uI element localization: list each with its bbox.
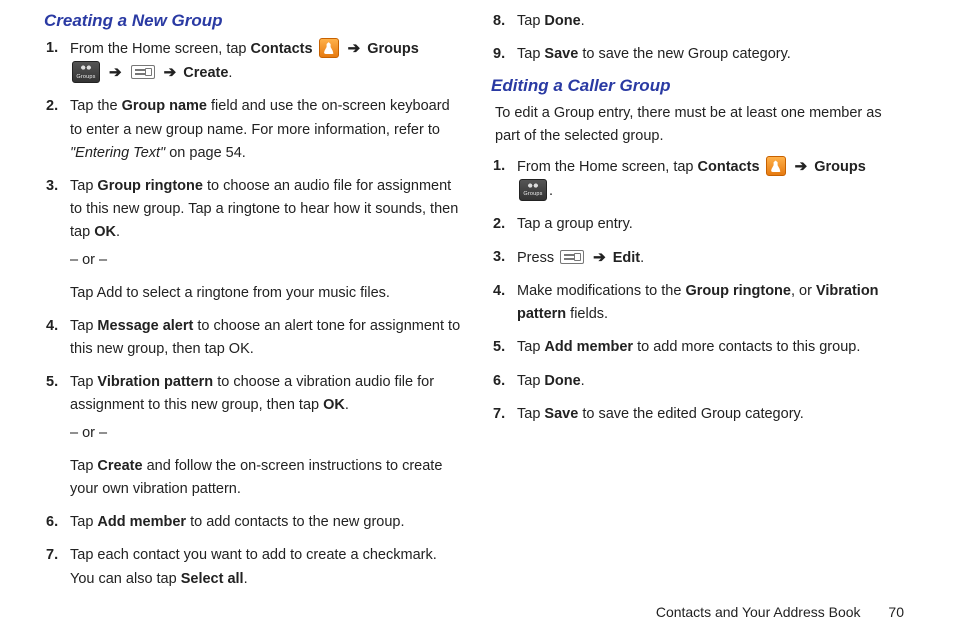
text: on page 54.	[165, 145, 246, 161]
sub-text: Tap Add to select a ringtone from your m…	[70, 282, 463, 305]
step-7: Tap each contact you want to add to crea…	[70, 544, 463, 590]
step-8: Tap Done.	[517, 10, 910, 33]
creating-steps: From the Home screen, tap Contacts ➔ Gro…	[44, 37, 463, 591]
text: Tap	[70, 178, 97, 194]
bold: Add member	[544, 339, 633, 355]
page-columns: Creating a New Group From the Home scree…	[44, 10, 910, 601]
text: Tap a group entry.	[517, 216, 633, 232]
heading-creating-new-group: Creating a New Group	[44, 11, 463, 31]
groups-icon	[72, 61, 100, 83]
arrow-icon: ➔	[795, 155, 808, 179]
step-6: Tap Add member to add contacts to the ne…	[70, 511, 463, 534]
dot: .	[549, 183, 553, 199]
bold: Create	[97, 458, 142, 474]
arrow-icon: ➔	[593, 246, 606, 270]
text: Tap each contact you want to add to crea…	[70, 547, 437, 586]
text: to add contacts to the new group.	[186, 514, 404, 530]
text: Tap	[517, 406, 544, 422]
groups-icon	[519, 179, 547, 201]
contacts-icon	[766, 156, 786, 176]
bold: OK	[323, 397, 345, 413]
bold: Edit	[613, 250, 640, 266]
contacts-label: Contacts	[698, 159, 760, 175]
or-divider: – or –	[70, 249, 463, 272]
menu-icon	[560, 250, 584, 264]
text: Make modifications to the	[517, 283, 685, 299]
step-5: Tap Add member to add more contacts to t…	[517, 336, 910, 359]
step-3: Tap Group ringtone to choose an audio fi…	[70, 175, 463, 305]
text: From the Home screen, tap	[70, 41, 251, 57]
text: Press	[517, 250, 558, 266]
text: Tap	[70, 458, 97, 474]
text: to save the edited Group category.	[578, 406, 803, 422]
text: fields.	[566, 306, 608, 322]
step-4: Tap Message alert to choose an alert ton…	[70, 315, 463, 361]
text: Tap	[517, 339, 544, 355]
or-divider: – or –	[70, 422, 463, 445]
italic: "Entering Text"	[70, 145, 165, 161]
page-number: 70	[888, 604, 904, 620]
text: Tap	[517, 46, 544, 62]
text: From the Home screen, tap	[517, 159, 698, 175]
step-1: From the Home screen, tap Contacts ➔ Gro…	[70, 37, 463, 85]
step-7: Tap Save to save the edited Group catego…	[517, 403, 910, 426]
dot: .	[228, 65, 232, 81]
left-column: Creating a New Group From the Home scree…	[44, 10, 463, 601]
page-footer: Contacts and Your Address Book 70	[656, 604, 904, 620]
step-6: Tap Done.	[517, 370, 910, 393]
bold: Done	[544, 373, 580, 389]
step-1: From the Home screen, tap Contacts ➔ Gro…	[517, 155, 910, 202]
menu-icon	[131, 65, 155, 79]
groups-label: Groups	[814, 159, 866, 175]
bold: OK	[94, 224, 116, 240]
text: .	[640, 250, 644, 266]
bold: Group ringtone	[685, 283, 791, 299]
text: to add more contacts to this group.	[633, 339, 860, 355]
bold: Save	[544, 406, 578, 422]
sub-text: Tap Create and follow the on-screen inst…	[70, 455, 463, 501]
editing-steps: From the Home screen, tap Contacts ➔ Gro…	[491, 155, 910, 426]
text: Tap the	[70, 98, 122, 114]
text: .	[116, 224, 120, 240]
step-9: Tap Save to save the new Group category.	[517, 43, 910, 66]
text: .	[581, 373, 585, 389]
creating-steps-cont: Tap Done. Tap Save to save the new Group…	[491, 10, 910, 66]
text: Tap	[517, 13, 544, 29]
contacts-icon	[319, 38, 339, 58]
step-2: Tap the Group name field and use the on-…	[70, 95, 463, 165]
text: .	[581, 13, 585, 29]
right-column: Tap Done. Tap Save to save the new Group…	[491, 10, 910, 601]
groups-label: Groups	[367, 41, 419, 57]
bold: Add member	[97, 514, 186, 530]
text: Tap	[70, 318, 97, 334]
arrow-icon: ➔	[164, 61, 177, 85]
heading-editing-caller-group: Editing a Caller Group	[491, 76, 910, 96]
bold: Save	[544, 46, 578, 62]
step-3: Press ➔ Edit.	[517, 246, 910, 270]
bold: Message alert	[97, 318, 193, 334]
arrow-icon: ➔	[109, 61, 122, 85]
contacts-label: Contacts	[251, 41, 313, 57]
footer-section: Contacts and Your Address Book	[656, 604, 861, 620]
text: Tap	[70, 514, 97, 530]
text: to save the new Group category.	[578, 46, 791, 62]
text: .	[244, 571, 248, 587]
step-4: Make modifications to the Group ringtone…	[517, 280, 910, 326]
bold: Group name	[122, 98, 207, 114]
text: Tap	[70, 374, 97, 390]
text: .	[345, 397, 349, 413]
step-2: Tap a group entry.	[517, 213, 910, 236]
arrow-icon: ➔	[348, 37, 361, 61]
text: Tap	[517, 373, 544, 389]
bold: Vibration pattern	[97, 374, 213, 390]
intro-text: To edit a Group entry, there must be at …	[495, 102, 910, 147]
bold: Group ringtone	[97, 178, 203, 194]
step-5: Tap Vibration pattern to choose a vibrat…	[70, 371, 463, 501]
bold: Done	[544, 13, 580, 29]
text: , or	[791, 283, 816, 299]
bold: Select all	[181, 571, 244, 587]
create-label: Create	[183, 65, 228, 81]
